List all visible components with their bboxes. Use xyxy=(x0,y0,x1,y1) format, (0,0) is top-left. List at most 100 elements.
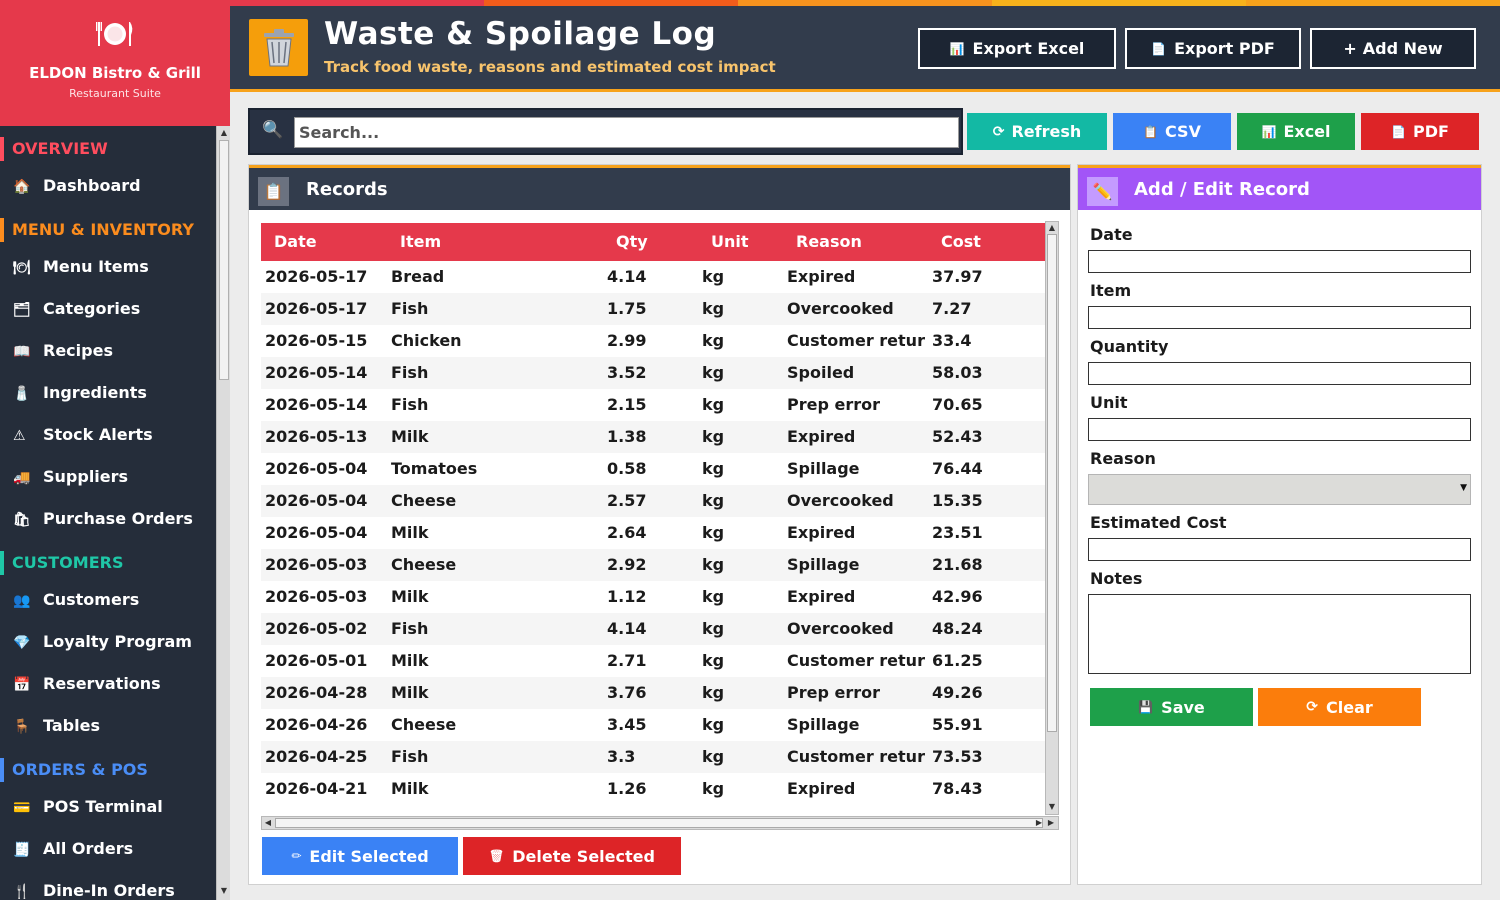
save-button[interactable]: 💾 Save xyxy=(1090,688,1253,726)
sidebar-item-pos-terminal[interactable]: 💳 POS Terminal xyxy=(0,787,216,827)
scroll-up-arrow-icon[interactable]: ▲ xyxy=(1047,223,1057,233)
cell-reason: Expired xyxy=(787,779,856,798)
table-row[interactable]: 2026-05-03 Cheese 2.92 kg Spillage 21.68 xyxy=(261,549,1045,581)
sidebar-item-loyalty-program[interactable]: 💎 Loyalty Program xyxy=(0,622,216,662)
table-row[interactable]: 2026-04-25 Fish 3.3 kg Customer return 73.53 xyxy=(261,741,1045,773)
clear-button[interactable]: ⟳ Clear xyxy=(1258,688,1421,726)
table-row[interactable]: 2026-05-04 Cheese 2.57 kg Overcooked 15.35 xyxy=(261,485,1045,517)
cell-qty: 3.3 xyxy=(607,747,636,766)
scroll-right-arrow-icon[interactable]: ▶ xyxy=(1034,818,1044,828)
sidebar-item-stock-alerts[interactable]: ⚠ Stock Alerts xyxy=(0,415,216,455)
sidebar-item-label: Suppliers xyxy=(43,467,129,486)
cell-item: Chicken xyxy=(391,331,462,350)
sidebar-item-tables[interactable]: 🪑 Tables xyxy=(0,706,216,746)
table-vertical-scrollbar[interactable]: ▲ ▼ xyxy=(1045,221,1059,815)
cell-date: 2026-05-13 xyxy=(265,427,368,446)
cell-cost: 70.65 xyxy=(932,395,983,414)
date-field[interactable] xyxy=(1088,250,1471,273)
cell-cost: 49.26 xyxy=(932,683,983,702)
cell-unit: kg xyxy=(702,651,725,670)
table-row[interactable]: 2026-05-15 Chicken 2.99 kg Customer return 33… xyxy=(261,325,1045,357)
table-row[interactable]: 2026-05-17 Fish 1.75 kg Overcooked 7.27 xyxy=(261,293,1045,325)
scroll-down-arrow-icon[interactable]: ▼ xyxy=(1047,802,1057,812)
cell-qty: 3.45 xyxy=(607,715,647,734)
scroll-up-arrow-icon[interactable]: ▲ xyxy=(219,128,229,138)
cell-date: 2026-05-01 xyxy=(265,651,368,670)
brand-subtitle: Restaurant Suite xyxy=(69,87,161,100)
cell-cost: 33.4 xyxy=(932,331,972,350)
table-row[interactable]: 2026-04-21 Milk 1.26 kg Expired 78.43 xyxy=(261,773,1045,805)
cutlery-icon: 🍴 xyxy=(13,884,31,900)
sidebar-item-label: Stock Alerts xyxy=(43,425,153,444)
chevron-down-icon[interactable]: ▼ xyxy=(1460,483,1467,493)
table-horizontal-scrollbar[interactable]: ◀ ▶ ▶ xyxy=(261,816,1059,830)
sidebar-item-reservations[interactable]: 📅 Reservations xyxy=(0,664,216,704)
pdf-button[interactable]: 📄 PDF xyxy=(1361,113,1479,150)
cell-item: Fish xyxy=(391,363,429,382)
scroll-right-end-arrow-icon[interactable]: ▶ xyxy=(1046,818,1056,828)
sidebar-item-label: All Orders xyxy=(43,839,134,858)
column-header-date[interactable]: Date xyxy=(274,223,317,261)
notes-field[interactable] xyxy=(1088,594,1471,674)
plate-icon: 🍽 xyxy=(13,260,31,276)
sidebar-scrollbar[interactable]: ▲ ▼ xyxy=(216,126,230,900)
column-header-cost[interactable]: Cost xyxy=(941,223,981,261)
cell-unit: kg xyxy=(702,779,725,798)
scrollbar-thumb[interactable] xyxy=(275,818,1043,828)
edit-selected-button[interactable]: ✏ Edit Selected xyxy=(262,837,458,875)
scroll-left-arrow-icon[interactable]: ◀ xyxy=(263,818,273,828)
scrollbar-thumb[interactable] xyxy=(1047,234,1057,732)
table-row[interactable]: 2026-04-28 Milk 3.76 kg Prep error 49.26 xyxy=(261,677,1045,709)
column-header-unit[interactable]: Unit xyxy=(711,223,749,261)
sidebar-item-purchase-orders[interactable]: 🛍 Purchase Orders xyxy=(0,499,216,539)
cell-item: Cheese xyxy=(391,491,457,510)
sidebar-nav: OVERVIEW 🏠 Dashboard MENU & INVENTORY 🍽 Me… xyxy=(0,126,216,900)
table-row[interactable]: 2026-04-26 Cheese 3.45 kg Spillage 55.91 xyxy=(261,709,1045,741)
search-input[interactable] xyxy=(294,117,959,148)
delete-selected-button[interactable]: 🗑 Delete Selected xyxy=(463,837,681,875)
unit-field[interactable] xyxy=(1088,418,1471,441)
cell-unit: kg xyxy=(702,299,725,318)
cell-reason: Customer return xyxy=(787,651,925,670)
sidebar-item-label: Categories xyxy=(43,299,141,318)
cell-reason: Prep error xyxy=(787,683,881,702)
sidebar-item-suppliers[interactable]: 🚚 Suppliers xyxy=(0,457,216,497)
quantity-field[interactable] xyxy=(1088,362,1471,385)
scrollbar-thumb[interactable] xyxy=(219,140,229,380)
brand-block: ELDON Bistro & Grill Restaurant Suite xyxy=(0,0,230,126)
sidebar-item-dashboard[interactable]: 🏠 Dashboard xyxy=(0,166,216,206)
scroll-down-arrow-icon[interactable]: ▼ xyxy=(219,886,229,896)
export-excel-button[interactable]: 📊 Export Excel xyxy=(918,28,1116,69)
item-field[interactable] xyxy=(1088,306,1471,329)
table-row[interactable]: 2026-05-03 Milk 1.12 kg Expired 42.96 xyxy=(261,581,1045,613)
column-header-qty[interactable]: Qty xyxy=(616,223,648,261)
cell-date: 2026-04-25 xyxy=(265,747,368,766)
table-row[interactable]: 2026-05-13 Milk 1.38 kg Expired 52.43 xyxy=(261,421,1045,453)
table-row[interactable]: 2026-05-14 Fish 2.15 kg Prep error 70.65 xyxy=(261,389,1045,421)
table-row[interactable]: 2026-05-04 Milk 2.64 kg Expired 23.51 xyxy=(261,517,1045,549)
export-pdf-button[interactable]: 📄 Export PDF xyxy=(1125,28,1301,69)
sidebar-item-customers[interactable]: 👥 Customers xyxy=(0,580,216,620)
sidebar-item-recipes[interactable]: 📖 Recipes xyxy=(0,331,216,371)
sidebar-item-dine-in-orders[interactable]: 🍴 Dine-In Orders xyxy=(0,871,216,900)
table-row[interactable]: 2026-05-17 Bread 4.14 kg Expired 37.97 xyxy=(261,261,1045,293)
column-header-reason[interactable]: Reason xyxy=(796,223,862,261)
table-row[interactable]: 2026-05-02 Fish 4.14 kg Overcooked 48.24 xyxy=(261,613,1045,645)
records-table: Date Item Qty Unit Reason Cost 2026-05-1… xyxy=(261,223,1045,815)
refresh-button[interactable]: ⟳ Refresh xyxy=(967,113,1107,150)
table-row[interactable]: 2026-05-14 Fish 3.52 kg Spoiled 58.03 xyxy=(261,357,1045,389)
sidebar-item-all-orders[interactable]: 🧾 All Orders xyxy=(0,829,216,869)
estimated-cost-field[interactable] xyxy=(1088,538,1471,561)
csv-button[interactable]: 📋 CSV xyxy=(1113,113,1231,150)
table-row[interactable]: 2026-05-04 Tomatoes 0.58 kg Spillage 76.44 xyxy=(261,453,1045,485)
sidebar-item-categories[interactable]: 🗂 Categories xyxy=(0,289,216,329)
column-header-item[interactable]: Item xyxy=(400,223,441,261)
excel-button[interactable]: 📊 Excel xyxy=(1237,113,1355,150)
table-row[interactable]: 2026-05-01 Milk 2.71 kg Customer return 61.25 xyxy=(261,645,1045,677)
reason-select[interactable]: ▼ xyxy=(1088,474,1471,505)
add-new-button[interactable]: + Add New xyxy=(1310,28,1476,69)
cell-cost: 21.68 xyxy=(932,555,983,574)
cell-unit: kg xyxy=(702,363,725,382)
sidebar-item-menu-items[interactable]: 🍽 Menu Items xyxy=(0,247,216,287)
sidebar-item-ingredients[interactable]: 🧂 Ingredients xyxy=(0,373,216,413)
